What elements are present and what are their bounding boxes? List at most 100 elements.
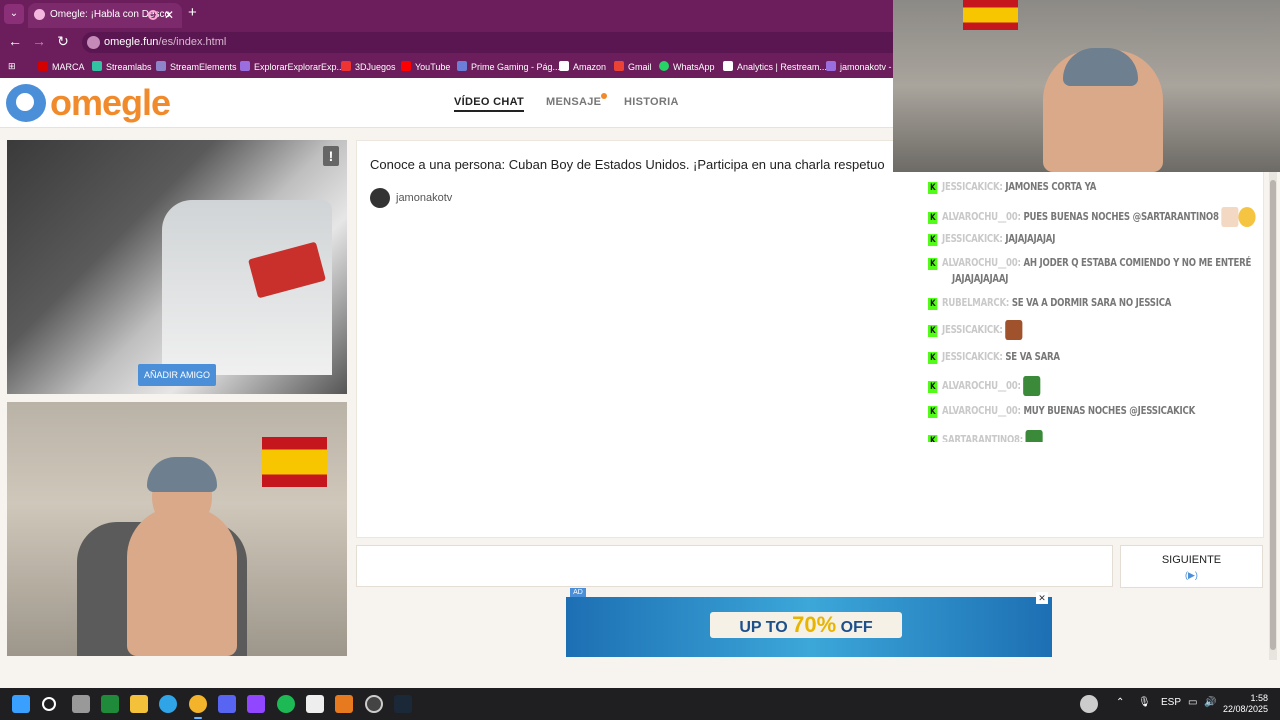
stranger-video: ! [7, 140, 347, 394]
chat-message: K ALVAROCHU__00: AH JODER Q ESTABA COMIEN… [928, 256, 1251, 270]
url-field[interactable]: omegle.fun/es/index.html [82, 32, 902, 53]
kick-icon: K [928, 352, 938, 364]
nav-mensaje[interactable]: MENSAJE [546, 93, 608, 108]
bookmark-whatsapp[interactable]: WhatsApp [659, 61, 715, 72]
omegle-logo-icon [6, 84, 46, 122]
system-clock[interactable]: 1:58 22/08/2025 [1223, 693, 1268, 715]
bookmark-prime-gaming[interactable]: Prime Gaming - Pág... [457, 61, 560, 72]
car-window [162, 200, 332, 375]
bookmark-marca[interactable]: MARCA [38, 61, 85, 72]
amazon-icon [559, 61, 569, 71]
ad-close-button[interactable]: ✕ [1036, 592, 1048, 604]
chat-message: K JESSICAKICK: JAJAJAJAJAJ [928, 232, 1055, 246]
kick-icon: K [928, 381, 938, 393]
bookmark-analytics-restream[interactable]: Analytics | Restream... [723, 61, 827, 72]
bookmark-youtube[interactable]: YouTube [401, 61, 450, 72]
bookmark-amazon[interactable]: Amazon [559, 61, 606, 72]
network-icon[interactable]: ▭ [1188, 697, 1197, 708]
back-button[interactable]: ← [6, 33, 24, 49]
search-icon[interactable] [42, 697, 56, 711]
bookmark-streamlabs[interactable]: Streamlabs [92, 61, 152, 72]
microphone-icon[interactable]: 🎙 [1138, 697, 1151, 708]
self-video [7, 402, 347, 656]
steam-icon[interactable] [394, 695, 412, 713]
language-indicator[interactable]: ESP [1161, 697, 1181, 708]
logo-text: omegle [50, 82, 171, 123]
restream-icon [723, 61, 733, 71]
obs-icon[interactable] [365, 695, 383, 713]
twitch-icon [240, 61, 250, 71]
bookmark-streamelements[interactable]: StreamElements [156, 61, 237, 72]
file-explorer-icon[interactable] [130, 695, 148, 713]
avatar [370, 188, 390, 208]
notification-dot [601, 93, 608, 99]
chat-message: K JESSICAKICK: [928, 320, 1023, 340]
clock-date: 22/08/2025 [1222, 704, 1268, 714]
message-input[interactable] [356, 545, 1113, 587]
apps-grid-icon[interactable]: ⊞ [8, 61, 16, 72]
kick-icon: K [928, 435, 938, 442]
nav-video-chat[interactable]: VÍDEO CHAT [454, 96, 525, 112]
ad-off: OFF [840, 619, 873, 636]
new-tab-button[interactable]: + [188, 4, 197, 21]
ad-percent: 70% [792, 612, 837, 637]
spain-flag [963, 0, 1018, 30]
laughing-emoji-icon [1238, 207, 1256, 227]
pepe-emote-icon [1025, 430, 1043, 442]
pepe-emote-icon [1023, 376, 1041, 396]
windows-taskbar: ⌃ 🎙 ESP ▭ 🔊 1:58 22/08/2025 [0, 688, 1280, 720]
wave-emoji-icon [1221, 207, 1239, 227]
weather-icon[interactable] [1080, 695, 1098, 713]
prime-gaming-icon [457, 61, 467, 71]
chrome-icon[interactable] [189, 695, 207, 719]
youtube-icon [401, 61, 411, 71]
next-button[interactable]: SIGUIENTE (▶) [1120, 545, 1263, 588]
task-view-icon[interactable] [72, 695, 90, 713]
streamer-name: jamonakotv [396, 191, 453, 204]
streamlabs-icon [92, 61, 102, 71]
kick-icon: K [928, 212, 938, 224]
spotify-icon[interactable] [277, 695, 295, 713]
site-info-icon[interactable] [87, 36, 100, 49]
game-launcher-icon[interactable] [335, 695, 353, 713]
bookmark-explorar[interactable]: ExplorarExplorarExp... [240, 61, 344, 72]
chat-message-continuation: JAJAJAJAJAAJ [952, 272, 1009, 285]
stream-chat-overlay: K JESSICAKICK: JAMONES CORTA YA K ALVAROCH… [928, 172, 1260, 442]
marca-icon [38, 61, 48, 71]
discord-icon[interactable] [218, 695, 236, 713]
ad-banner[interactable]: UP TO 70% OFF [566, 597, 1052, 657]
close-tab-icon[interactable]: ✕ [164, 3, 174, 27]
chat-message: K ALVAROCHU__00: [928, 376, 1041, 396]
report-button[interactable]: ! [323, 146, 339, 166]
kick-icon: K [928, 234, 938, 246]
bookmark-jamonakotv[interactable]: jamonakotv - T [826, 61, 899, 72]
add-friend-button[interactable]: AÑADIR AMIGO [138, 364, 216, 386]
xbox-icon[interactable] [101, 695, 119, 713]
bookmark-3djuegos[interactable]: 3DJuegos [341, 61, 396, 72]
twitch-icon[interactable] [247, 695, 265, 713]
edge-icon[interactable] [159, 695, 177, 713]
chat-message: K SARTARANTINO8: [928, 430, 1043, 442]
tab-list-button[interactable]: ⌄ [4, 4, 24, 24]
browser-tab-omegle[interactable]: Omegle: ¡Habla con Desco ✕ [28, 3, 182, 28]
volume-icon[interactable]: 🔊 [1204, 697, 1216, 708]
twitch-icon [826, 61, 836, 71]
kick-icon: K [928, 325, 938, 337]
forward-button[interactable]: → [30, 33, 48, 49]
spain-flag [262, 437, 327, 487]
nav-historia[interactable]: HISTORIA [624, 96, 679, 108]
whatsapp-icon [659, 61, 669, 71]
reload-button[interactable]: ↻ [54, 33, 72, 50]
omegle-favicon-icon [34, 9, 45, 20]
recording-indicator-icon [148, 10, 158, 20]
kick-icon: K [928, 406, 938, 418]
next-label: SIGUIENTE [1161, 554, 1222, 566]
windows-start-icon[interactable] [12, 695, 30, 713]
3djuegos-icon [341, 61, 351, 71]
gmail-icon [614, 61, 624, 71]
bookmark-gmail[interactable]: Gmail [614, 61, 652, 72]
chevron-up-icon[interactable]: ⌃ [1116, 697, 1124, 708]
page-scrollbar-thumb[interactable] [1270, 180, 1276, 650]
kick-icon: K [928, 182, 938, 194]
capcut-icon[interactable] [306, 695, 324, 713]
